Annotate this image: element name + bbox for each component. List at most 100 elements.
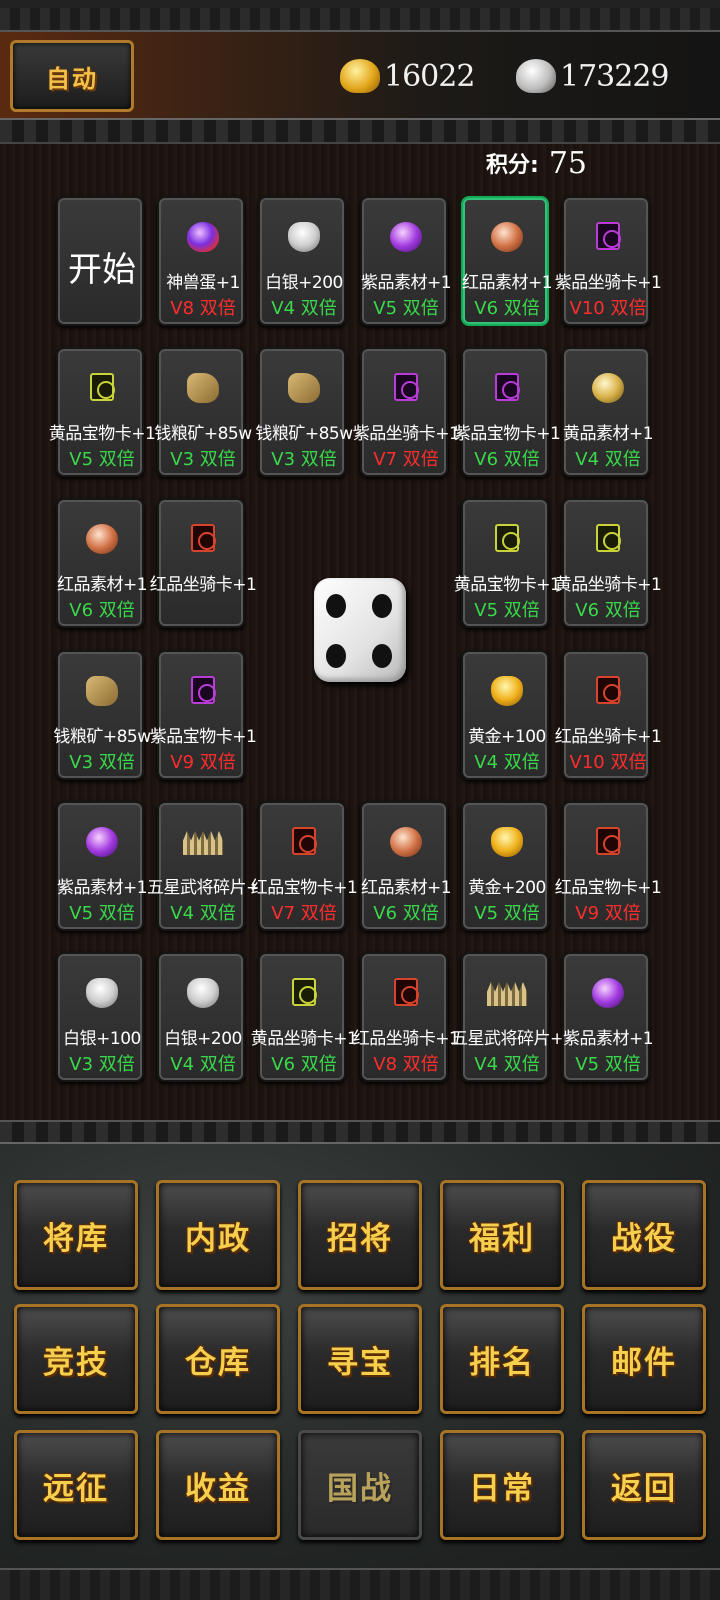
red-card-icon bbox=[596, 676, 621, 704]
footer-border bbox=[0, 1568, 720, 1600]
auto-button[interactable]: 自动 bbox=[10, 40, 134, 112]
board-cell[interactable]: 黄品宝物卡+1 V5 双倍 bbox=[49, 347, 156, 477]
board-cell[interactable]: 五星武将碎片+50 V4 双倍 bbox=[451, 952, 585, 1082]
board-cell[interactable]: 钱粮矿+85w V3 双倍 bbox=[53, 650, 151, 780]
cell-reward-label: 红品素材+1 bbox=[360, 878, 452, 898]
menu-button[interactable]: 将库 bbox=[14, 1180, 138, 1290]
board-cell[interactable]: 红品坐骑卡+1 bbox=[150, 498, 257, 628]
menu-button-label: 邮件 bbox=[611, 1344, 677, 1381]
menu-button[interactable]: 战役 bbox=[582, 1180, 706, 1290]
header-border bbox=[0, 118, 720, 144]
cell-multiplier-label: V7 双倍 bbox=[373, 449, 439, 470]
menu-button[interactable]: 邮件 bbox=[582, 1304, 706, 1414]
cell-multiplier-label: V4 双倍 bbox=[170, 903, 236, 924]
menu-button[interactable]: 国战 bbox=[298, 1430, 422, 1540]
start-button[interactable]: 开始 bbox=[56, 196, 144, 326]
header-bar: 自动 16022 173229 bbox=[0, 32, 720, 118]
menu-button-label: 仓库 bbox=[185, 1344, 251, 1381]
grain-ore-icon bbox=[86, 676, 118, 706]
menu-button[interactable]: 竞技 bbox=[14, 1304, 138, 1414]
menu-button[interactable]: 仓库 bbox=[156, 1304, 280, 1414]
board-cell[interactable]: 黄金+200 V5 双倍 bbox=[461, 801, 549, 931]
menu-button-label: 内政 bbox=[185, 1220, 251, 1257]
board-cell[interactable]: 白银+100 V3 双倍 bbox=[56, 952, 144, 1082]
board-cell[interactable]: 红品坐骑卡+1 V10 双倍 bbox=[555, 650, 662, 780]
menu-button[interactable]: 招将 bbox=[298, 1180, 422, 1290]
dice-pip bbox=[372, 594, 392, 618]
board-cell[interactable]: 黄金+100 V4 双倍 bbox=[461, 650, 549, 780]
board-cell[interactable]: 紫品坐骑卡+1 V7 双倍 bbox=[353, 347, 460, 477]
menu-button[interactable]: 排名 bbox=[440, 1304, 564, 1414]
silver-ingot-icon bbox=[288, 222, 320, 252]
cell-reward-label: 紫品宝物卡+1 bbox=[453, 424, 561, 444]
gold-amount: 16022 bbox=[384, 58, 475, 94]
cell-multiplier-label: V5 双倍 bbox=[69, 449, 135, 470]
board-cell[interactable]: 红品素材+1 V6 双倍 bbox=[56, 498, 148, 628]
menu-button-label: 招将 bbox=[327, 1220, 393, 1257]
board-cell[interactable]: 神兽蛋+1 V8 双倍 bbox=[157, 196, 245, 326]
silver-ingot-icon bbox=[516, 59, 556, 93]
silver-currency: 173229 bbox=[516, 54, 670, 98]
board-cell[interactable]: 紫品素材+1 V5 双倍 bbox=[360, 196, 452, 326]
board-cell[interactable]: 红品宝物卡+1 V7 双倍 bbox=[251, 801, 358, 931]
yellow-card-icon bbox=[495, 524, 520, 552]
cell-multiplier-label: V4 双倍 bbox=[474, 752, 540, 773]
cell-reward-label: 红品宝物卡+1 bbox=[554, 878, 662, 898]
purple-gem-icon bbox=[390, 222, 422, 252]
cell-reward-label: 钱粮矿+85w bbox=[255, 424, 353, 444]
menu-button[interactable]: 日常 bbox=[440, 1430, 564, 1540]
menu-button-label: 返回 bbox=[611, 1470, 677, 1507]
board-cell[interactable]: 黄品宝物卡+1 V5 双倍 bbox=[454, 498, 561, 628]
board-cell[interactable]: 五星武将碎片+50 V4 双倍 bbox=[147, 801, 281, 931]
board-cell[interactable]: 黄品坐骑卡+1 V6 双倍 bbox=[555, 498, 662, 628]
cell-multiplier-label: V5 双倍 bbox=[575, 1054, 641, 1075]
cell-reward-label: 紫品素材+1 bbox=[56, 878, 148, 898]
cell-multiplier-label: V9 双倍 bbox=[575, 903, 641, 924]
board-cell[interactable]: 紫品素材+1 V5 双倍 bbox=[56, 801, 148, 931]
cell-multiplier-label: V7 双倍 bbox=[271, 903, 337, 924]
board-cell[interactable]: 红品素材+1 V6 双倍 bbox=[461, 196, 553, 326]
menu-button-label: 福利 bbox=[469, 1220, 535, 1257]
board-cell[interactable]: 红品坐骑卡+1 V8 双倍 bbox=[353, 952, 460, 1082]
dice[interactable] bbox=[314, 578, 406, 682]
cell-multiplier-label: V3 双倍 bbox=[271, 449, 337, 470]
menu-button[interactable]: 返回 bbox=[582, 1430, 706, 1540]
board-cell[interactable]: 紫品宝物卡+1 V6 双倍 bbox=[454, 347, 561, 477]
board-cell[interactable]: 紫品宝物卡+1 V9 双倍 bbox=[150, 650, 257, 780]
cell-multiplier-label: V5 双倍 bbox=[373, 298, 439, 319]
cell-reward-label: 黄品素材+1 bbox=[562, 424, 654, 444]
yellow-card-icon bbox=[90, 373, 115, 401]
cell-multiplier-label: V6 双倍 bbox=[575, 600, 641, 621]
board-cell[interactable]: 钱粮矿+85w V3 双倍 bbox=[255, 347, 353, 477]
board-cell[interactable]: 黄品坐骑卡+1 V6 双倍 bbox=[251, 952, 358, 1082]
menu-button-label: 寻宝 bbox=[327, 1344, 393, 1381]
cell-multiplier-label: V6 双倍 bbox=[271, 1054, 337, 1075]
silver-ingot-icon bbox=[187, 978, 219, 1008]
board-cell[interactable]: 白银+200 V4 双倍 bbox=[157, 952, 245, 1082]
board-cell[interactable]: 红品素材+1 V6 双倍 bbox=[360, 801, 452, 931]
silver-amount: 173229 bbox=[560, 58, 670, 94]
menu-button[interactable]: 内政 bbox=[156, 1180, 280, 1290]
cell-reward-label: 紫品素材+1 bbox=[562, 1029, 654, 1049]
menu-button[interactable]: 远征 bbox=[14, 1430, 138, 1540]
cell-reward-label: 黄金+100 bbox=[468, 727, 546, 747]
yellow-card-icon bbox=[292, 978, 317, 1006]
cell-reward-label: 五星武将碎片+50 bbox=[451, 1029, 585, 1049]
board-cell[interactable]: 白银+200 V4 双倍 bbox=[258, 196, 346, 326]
main-menu: 将库 内政 招将 福利 战役竞技 仓库 寻宝 排名 邮件远征 收益 国战 日常 返回 bbox=[0, 1144, 720, 1568]
menu-button[interactable]: 寻宝 bbox=[298, 1304, 422, 1414]
menu-button[interactable]: 福利 bbox=[440, 1180, 564, 1290]
board-cell[interactable]: 紫品素材+1 V5 双倍 bbox=[562, 952, 654, 1082]
grain-ore-icon bbox=[288, 373, 320, 403]
cell-multiplier-label: V6 双倍 bbox=[474, 298, 540, 319]
menu-button-label: 日常 bbox=[469, 1470, 535, 1507]
yellow-card-icon bbox=[596, 524, 621, 552]
cell-reward-label: 钱粮矿+85w bbox=[154, 424, 252, 444]
purple-card-icon bbox=[394, 373, 419, 401]
cell-reward-label: 红品坐骑卡+1 bbox=[554, 727, 662, 747]
board-cell[interactable]: 红品宝物卡+1 V9 双倍 bbox=[555, 801, 662, 931]
menu-button[interactable]: 收益 bbox=[156, 1430, 280, 1540]
board-cell[interactable]: 紫品坐骑卡+1 V10 双倍 bbox=[555, 196, 662, 326]
board-cell[interactable]: 黄品素材+1 V4 双倍 bbox=[562, 347, 654, 477]
board-cell[interactable]: 钱粮矿+85w V3 双倍 bbox=[154, 347, 252, 477]
